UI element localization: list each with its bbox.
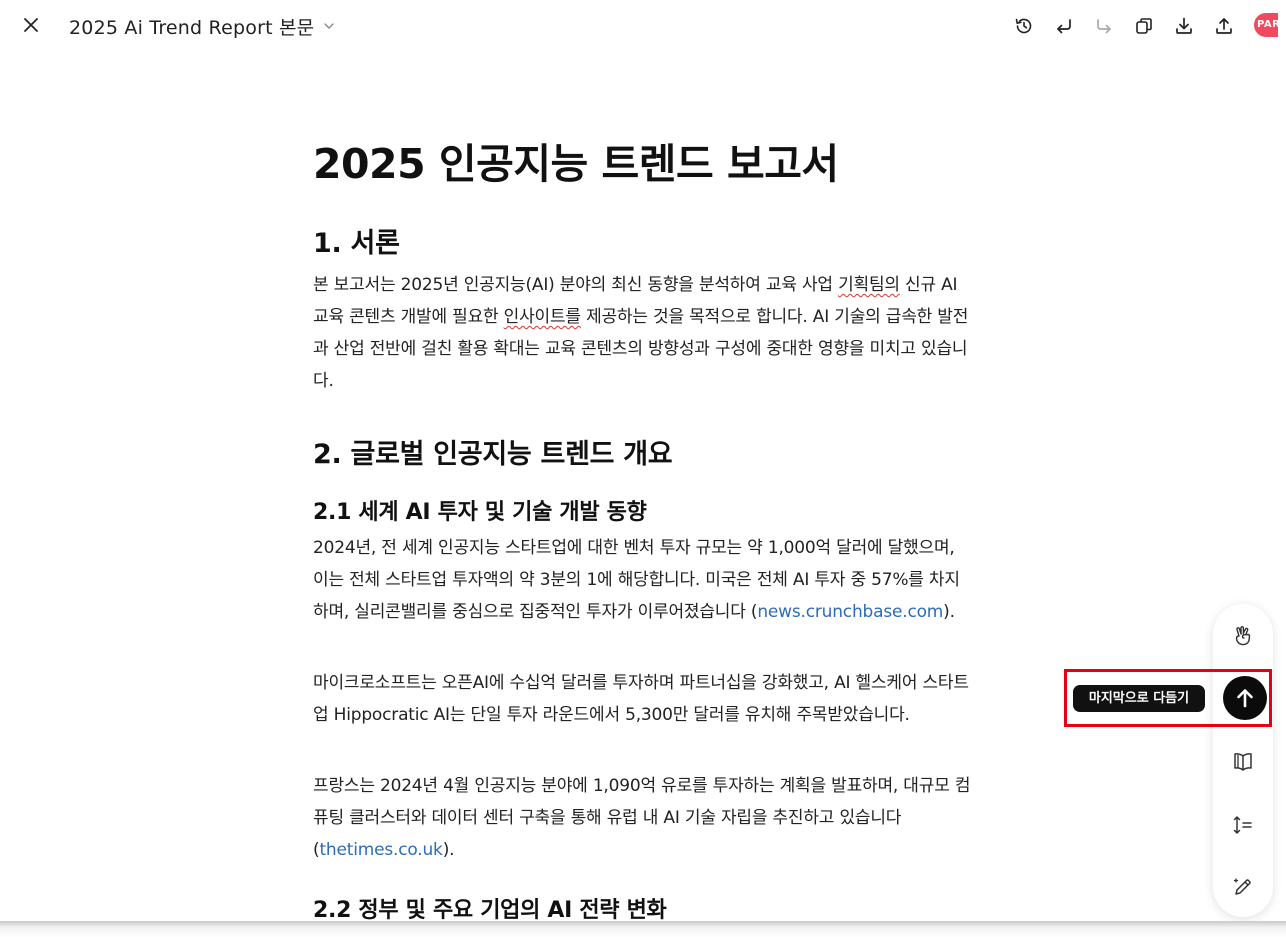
brand-logo[interactable]: PAR	[1254, 13, 1278, 37]
share-icon	[1216, 18, 1232, 34]
refine-tooltip: 마지막으로 다듬기	[1073, 685, 1205, 712]
download-button[interactable]	[1164, 10, 1204, 42]
paragraph-microsoft[interactable]: 마이크로소프트는 오픈AI에 수십억 달러를 투자하며 파트너십을 강화했고, …	[313, 667, 971, 731]
book-icon	[1234, 753, 1252, 771]
document-title-dropdown[interactable]: 2025 Ai Trend Report 본문	[69, 12, 336, 40]
magic-pen-button[interactable]	[1225, 869, 1261, 905]
document-title: 2025 Ai Trend Report 본문	[69, 16, 315, 39]
line-spacing-button[interactable]	[1225, 807, 1261, 843]
chevron-down-icon	[324, 23, 335, 29]
close-icon	[24, 18, 38, 32]
paragraph-text-end: ).	[943, 602, 955, 622]
paragraph-text-end: ).	[442, 840, 455, 860]
undo-icon	[1057, 19, 1071, 34]
subsection-heading-2-1: 2.1 세계 AI 투자 및 기술 개발 동향	[313, 500, 647, 525]
top-bar: 2025 Ai Trend Report 본문 PAR	[8, 0, 1278, 52]
share-button[interactable]	[1204, 10, 1244, 42]
book-button[interactable]	[1225, 744, 1261, 780]
section-heading-intro: 1. 서론	[313, 228, 400, 259]
close-button[interactable]	[18, 12, 44, 38]
window-left-edge	[0, 0, 8, 937]
paragraph-france[interactable]: 프랑스는 2024년 4월 인공지능 분야에 1,090억 유로를 투자하는 계…	[313, 770, 971, 866]
page-title: 2025 인공지능 트렌드 보고서	[313, 140, 839, 188]
hand-gesture-button[interactable]	[1225, 618, 1261, 654]
toolbar	[1004, 10, 1244, 42]
magic-pen-icon	[1233, 878, 1251, 895]
refine-final-button[interactable]	[1223, 676, 1267, 720]
copy-button[interactable]	[1124, 10, 1164, 42]
section-heading-overview: 2. 글로벌 인공지능 트렌드 개요	[313, 439, 673, 470]
undo-button[interactable]	[1044, 10, 1084, 42]
history-button[interactable]	[1004, 10, 1044, 42]
subsection-heading-2-2: 2.2 정부 및 주요 기업의 AI 전략 변화	[313, 898, 667, 922]
history-icon	[1015, 18, 1032, 34]
redo-button[interactable]	[1084, 10, 1124, 42]
line-spacing-icon	[1233, 816, 1252, 834]
source-link[interactable]: thetimes.co.uk	[319, 840, 442, 860]
floating-tool-panel	[1213, 604, 1273, 917]
download-icon	[1176, 17, 1192, 34]
intro-paragraph[interactable]: 본 보고서는 2025년 인공지능(AI) 분야의 최신 동향을 분석하여 교육…	[313, 269, 971, 397]
redo-icon	[1097, 19, 1111, 34]
hand-gesture-icon	[1235, 626, 1251, 646]
paragraph-investment[interactable]: 2024년, 전 세계 인공지능 스타트업에 대한 벤처 투자 규모는 약 1,…	[313, 532, 971, 628]
intro-text-a: 본 보고서는 2025년 인공지능(AI) 분야의 최신 동향을 분석하여 교육…	[313, 275, 839, 295]
window-bottom-edge	[0, 921, 1286, 937]
copy-icon	[1136, 18, 1152, 34]
arrow-up-icon	[1237, 689, 1253, 708]
editor-window: 2025 Ai Trend Report 본문 PAR 2025 인공지능 트렌…	[8, 0, 1278, 922]
spellcheck-word[interactable]: 인사이트를	[504, 307, 581, 327]
source-link[interactable]: news.crunchbase.com	[757, 602, 943, 622]
spellcheck-word[interactable]: 기획팀의	[838, 275, 900, 295]
